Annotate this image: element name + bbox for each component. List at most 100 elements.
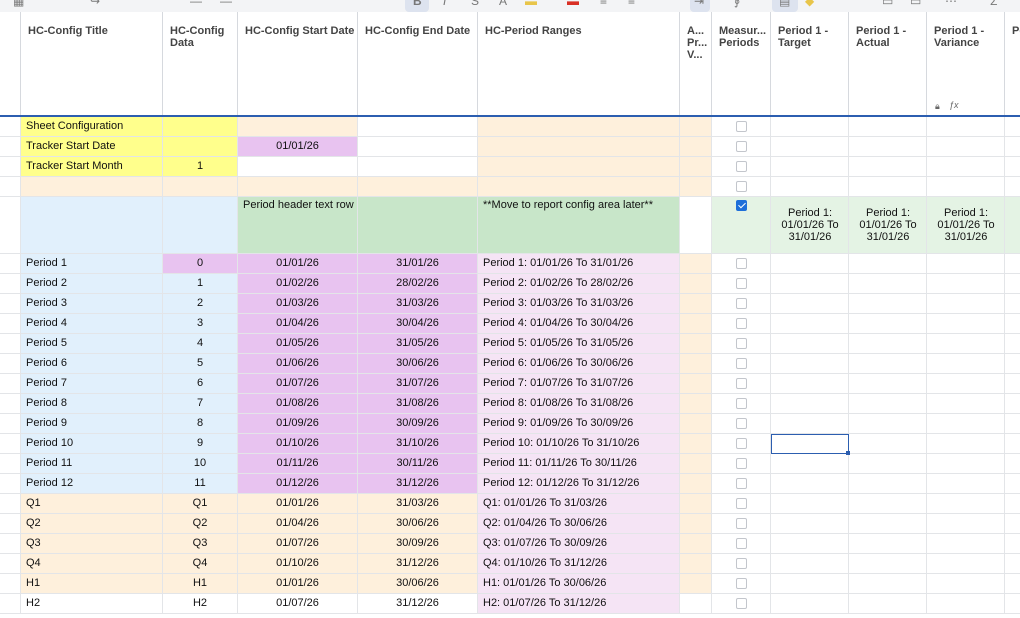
grid-cell[interactable] — [849, 117, 927, 137]
grid-cell[interactable] — [771, 574, 849, 594]
grid-cell[interactable] — [927, 494, 1005, 514]
grid-cell[interactable]: 01/06/26 — [238, 354, 358, 374]
measurement-period-checkbox[interactable] — [736, 258, 747, 269]
grid-cell[interactable]: 01/09/26 — [238, 414, 358, 434]
filter-icon[interactable]: ⌒ — [855, 0, 869, 12]
grid-cell[interactable]: Period 12 — [21, 474, 163, 494]
grid-cell[interactable] — [927, 254, 1005, 274]
format-icon[interactable]: ◆ — [805, 0, 819, 12]
grid-cell[interactable]: Q4: 01/10/26 To 31/12/26 — [478, 554, 680, 574]
grid-cell[interactable] — [1005, 314, 1020, 334]
grid-cell[interactable]: Period 3: 01/03/26 To 31/03/26 — [478, 294, 680, 314]
grid-cell[interactable] — [680, 274, 712, 294]
grid-cell[interactable] — [1005, 334, 1020, 354]
grid-cell[interactable]: Period 10 — [21, 434, 163, 454]
highlight-icon[interactable]: ▬ — [525, 0, 539, 12]
grid-cell[interactable] — [849, 177, 927, 197]
grid-cell[interactable]: 30/06/26 — [358, 574, 478, 594]
measurement-period-checkbox[interactable] — [736, 578, 747, 589]
grid-cell[interactable]: Period 11 — [21, 454, 163, 474]
measurement-period-checkbox[interactable] — [736, 181, 747, 192]
link-icon[interactable]: ∮ — [732, 0, 744, 12]
grid-cell[interactable]: Period 3 — [21, 294, 163, 314]
grid-cell[interactable] — [1005, 197, 1020, 254]
grid-cell[interactable] — [238, 177, 358, 197]
grid-cell[interactable] — [1005, 254, 1020, 274]
grid-cell[interactable] — [680, 454, 712, 474]
grid-cell[interactable] — [680, 474, 712, 494]
grid-cell[interactable]: 10 — [163, 454, 238, 474]
grid-cell[interactable] — [680, 254, 712, 274]
row-number-header[interactable] — [0, 12, 21, 116]
more-icon[interactable]: ⋯ — [945, 0, 959, 12]
grid-cell[interactable]: **Move to report config area later** — [478, 197, 680, 254]
grid-cell[interactable] — [238, 117, 358, 137]
grid-cell[interactable] — [849, 314, 927, 334]
column-header[interactable]: HC-Period Ranges — [478, 12, 680, 116]
grid-cell[interactable]: 30/06/26 — [358, 354, 478, 374]
grid-cell[interactable] — [771, 354, 849, 374]
grid-cell[interactable] — [771, 534, 849, 554]
measurement-period-checkbox[interactable] — [736, 438, 747, 449]
measurement-period-checkbox[interactable] — [736, 121, 747, 132]
grid-cell[interactable] — [771, 157, 849, 177]
grid-cell[interactable] — [771, 137, 849, 157]
grid-cell[interactable] — [1005, 354, 1020, 374]
grid-cell[interactable]: 01/11/26 — [238, 454, 358, 474]
grid-cell[interactable] — [849, 574, 927, 594]
grid-cell[interactable] — [927, 594, 1005, 614]
grid-cell[interactable] — [680, 594, 712, 614]
grid-cell[interactable] — [478, 157, 680, 177]
grid-cell[interactable] — [849, 274, 927, 294]
align-left-icon[interactable]: ≡ — [600, 0, 612, 12]
grid-cell[interactable] — [358, 137, 478, 157]
grid-cell[interactable] — [927, 514, 1005, 534]
grid-cell[interactable] — [1005, 454, 1020, 474]
grid-cell[interactable] — [771, 394, 849, 414]
grid-cell[interactable]: 30/09/26 — [358, 414, 478, 434]
grid-cell[interactable] — [680, 137, 712, 157]
grid-cell[interactable] — [163, 117, 238, 137]
measurement-period-checkbox[interactable] — [736, 518, 747, 529]
measurement-period-checkbox[interactable] — [736, 498, 747, 509]
grid-cell[interactable] — [680, 117, 712, 137]
sigma-icon[interactable]: Σ — [990, 0, 1002, 12]
grid-cell[interactable]: 5 — [163, 354, 238, 374]
grid-cell[interactable]: H2 — [21, 594, 163, 614]
grid-cell[interactable]: 01/07/26 — [238, 374, 358, 394]
grid-cell[interactable]: Period 4 — [21, 314, 163, 334]
grid-cell[interactable] — [771, 414, 849, 434]
grid-cell[interactable]: 31/03/26 — [358, 294, 478, 314]
grid-cell[interactable] — [771, 454, 849, 474]
grid-cell[interactable]: 31/12/26 — [358, 554, 478, 574]
grid-cell[interactable] — [358, 157, 478, 177]
grid-cell[interactable] — [163, 177, 238, 197]
grid-cell[interactable]: 7 — [163, 394, 238, 414]
grid-cell[interactable] — [927, 157, 1005, 177]
grid-cell[interactable] — [680, 197, 712, 254]
column-header[interactable]: Measur... Periods — [712, 12, 771, 116]
selected-cell[interactable] — [771, 434, 849, 454]
grid-cell[interactable] — [1005, 554, 1020, 574]
align-center-icon[interactable]: — — [220, 0, 232, 12]
grid-cell[interactable] — [478, 177, 680, 197]
grid-cell[interactable] — [771, 274, 849, 294]
grid-cell[interactable]: 01/01/26 — [238, 574, 358, 594]
grid-cell[interactable] — [927, 574, 1005, 594]
grid-cell[interactable] — [238, 157, 358, 177]
strikethrough-button[interactable]: S — [470, 0, 482, 12]
insert-icon[interactable]: ▭ — [910, 0, 924, 12]
grid-cell[interactable] — [849, 334, 927, 354]
grid-cell[interactable] — [478, 137, 680, 157]
align-icon[interactable]: — — [190, 0, 202, 12]
grid-cell[interactable]: 1 — [163, 157, 238, 177]
column-header[interactable]: HC-Config Start Date — [238, 12, 358, 116]
measurement-period-checkbox[interactable] — [736, 161, 747, 172]
grid-cell[interactable]: 01/04/26 — [238, 314, 358, 334]
grid-cell[interactable] — [1005, 414, 1020, 434]
grid-cell[interactable] — [927, 434, 1005, 454]
grid-cell[interactable] — [849, 137, 927, 157]
grid-cell[interactable]: 30/09/26 — [358, 534, 478, 554]
grid-cell[interactable]: 28/02/26 — [358, 274, 478, 294]
measurement-period-checkbox[interactable] — [736, 278, 747, 289]
